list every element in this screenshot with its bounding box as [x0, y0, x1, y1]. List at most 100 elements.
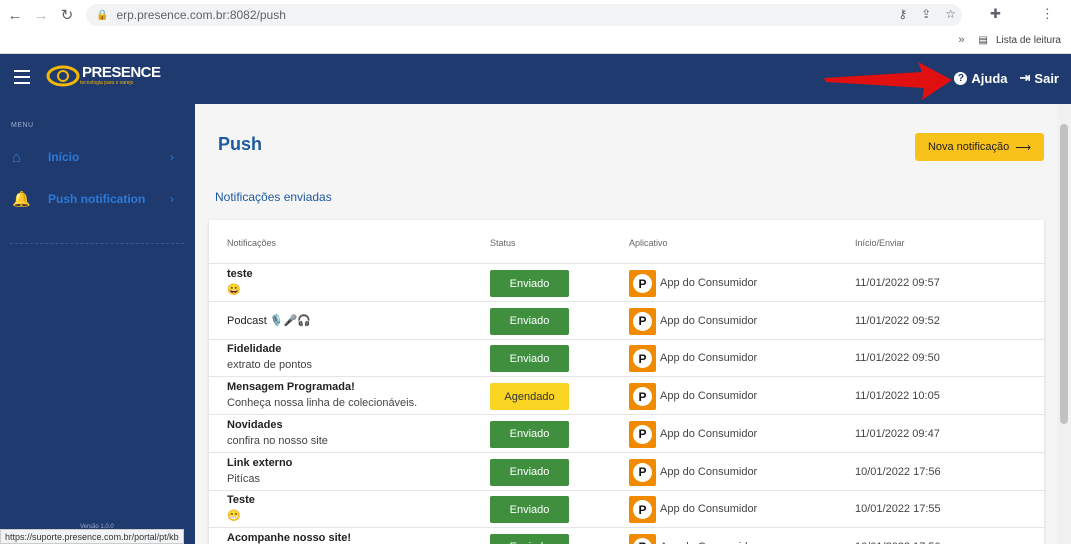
url-text: erp.presence.com.br:8082/push: [116, 8, 286, 22]
app-name: App do Consumidor: [660, 390, 758, 403]
column-header-status[interactable]: Status: [490, 238, 516, 248]
status-badge: Enviado: [490, 270, 569, 297]
send-date: 11/01/2022 09:52: [855, 314, 940, 327]
notification-title: Novidades: [227, 418, 283, 431]
status-badge: Agendado: [490, 383, 569, 411]
table-row[interactable]: Teste 😁 Enviado P App do Consumidor 10/01/202…: [209, 490, 1044, 529]
column-header-date[interactable]: Início/Enviar: [855, 238, 905, 248]
column-header-app[interactable]: Aplicativo: [629, 238, 668, 248]
logout-icon: ⇥: [1019, 70, 1031, 85]
reload-icon[interactable]: ↻: [56, 4, 78, 26]
forward-icon[interactable]: →: [30, 4, 52, 26]
table-row[interactable]: Acompanhe nosso site!EnviadoPApp do Cons…: [209, 528, 1044, 544]
app-logo-letter: P: [633, 387, 652, 407]
status-badge: Enviado: [490, 345, 569, 373]
chevron-right-icon: ›: [170, 192, 174, 206]
page-scrollbar[interactable]: [1057, 104, 1071, 544]
brand-name: PRESENCE: [82, 64, 161, 81]
new-notification-label: Nova notificação: [927, 141, 1010, 153]
notification-message: Pitícas: [227, 472, 261, 485]
sidebar-item-label: Início: [48, 150, 80, 164]
send-date: 10/01/2022 17:56: [855, 465, 941, 478]
help-icon: ?: [954, 71, 968, 85]
bookmarks-bar: » ▤ Lista de leitura: [0, 30, 1071, 54]
browser-toolbar: ← → ↻ 🔒 erp.presence.com.br:8082/push ⚷ …: [0, 0, 1071, 30]
sidebar-item-push-notification[interactable]: 🔔 Push notification ›: [0, 184, 195, 214]
new-notification-button[interactable]: Nova notificação ⟶: [915, 133, 1044, 161]
bell-icon: 🔔: [12, 191, 31, 208]
menu-label: MENU: [11, 122, 34, 129]
app-logo-letter: P: [633, 462, 652, 482]
notification-title: Mensagem Programada!: [227, 381, 355, 394]
notification-title: Link externo: [227, 456, 293, 469]
table-row[interactable]: Podcast 🎙️🎤🎧 Enviado P App do Consumidor 11/…: [209, 302, 1044, 340]
lock-icon: 🔒: [96, 9, 109, 21]
exit-link[interactable]: ⇥ Sair: [1020, 70, 1059, 86]
share-icon[interactable]: ⇪: [921, 7, 931, 21]
app-name: App do Consumidor: [660, 465, 758, 478]
app-logo-icon: P: [629, 270, 656, 297]
notification-title: Fidelidade: [227, 343, 282, 356]
home-icon: ⌂: [12, 148, 22, 166]
status-badge: Enviado: [490, 458, 569, 486]
bookmarks-overflow-icon[interactable]: »: [958, 34, 964, 46]
section-title: Notificações enviadas: [215, 190, 332, 204]
more-menu-icon[interactable]: ⋮: [1041, 6, 1054, 22]
link-status-bar: https://suporte.presence.com.br/portal/p…: [0, 529, 184, 544]
status-badge: Enviado: [490, 496, 569, 524]
notification-title: teste: [227, 268, 253, 280]
key-icon[interactable]: ⚷: [898, 7, 907, 21]
arrow-right-icon: ⟶: [1015, 141, 1032, 154]
exit-label: Sair: [1034, 70, 1059, 86]
send-date: 11/01/2022 10:05: [855, 390, 940, 403]
table-row[interactable]: Novidades confira no nosso site Enviado P Ap…: [209, 415, 1044, 453]
app-name: App do Consumidor: [660, 314, 758, 327]
back-icon[interactable]: ←: [4, 4, 26, 26]
app-logo-letter: P: [633, 424, 652, 444]
table-row[interactable]: Mensagem Programada! Conheça nossa linha …: [209, 377, 1044, 416]
notification-title: Podcast 🎙️🎤🎧: [227, 314, 311, 327]
help-link[interactable]: ? Ajuda: [954, 70, 1008, 86]
main-content: Push Nova notificação ⟶ Notificações env…: [195, 104, 1057, 544]
notification-title: Teste: [227, 494, 255, 507]
app-logo-icon: P: [629, 307, 656, 335]
app-logo-icon: P: [629, 458, 656, 486]
notification-message: Conheça nossa linha de colecionáveis.: [227, 397, 418, 410]
address-bar[interactable]: 🔒 erp.presence.com.br:8082/push ⚷ ⇪ ☆: [86, 4, 962, 26]
status-badge: Enviado: [490, 420, 569, 448]
extensions-icon[interactable]: ✚: [990, 6, 1001, 22]
sidebar-item-label: Push notification: [48, 192, 146, 206]
app-logo-icon: P: [629, 345, 656, 373]
notification-message: extrato de pontos: [227, 359, 313, 372]
table-row[interactable]: Link externo Pitícas Enviado P App do Consum…: [209, 453, 1044, 491]
scrollbar-thumb[interactable]: [1060, 124, 1068, 424]
sidebar: MENU ⌂ Início › 🔔 Push notification › Ve…: [0, 104, 195, 544]
annotation-arrow-icon: [824, 62, 952, 100]
page-title: Push: [218, 134, 263, 154]
send-date: 10/01/2022 17:55: [855, 503, 941, 516]
star-icon[interactable]: ☆: [945, 7, 956, 21]
app-name: App do Consumidor: [660, 277, 758, 289]
sidebar-divider: [10, 243, 184, 244]
reading-list-icon[interactable]: ▤: [979, 35, 988, 46]
notification-message: confira no nosso site: [227, 434, 328, 447]
notification-message: 😁: [227, 510, 241, 523]
hamburger-menu-icon[interactable]: [14, 70, 30, 84]
sidebar-item-inicio[interactable]: ⌂ Início ›: [0, 142, 195, 172]
notification-message: 😀: [227, 284, 241, 296]
app-logo-letter: P: [633, 311, 652, 331]
column-header-notifications[interactable]: Notificações: [227, 238, 276, 248]
send-date: 11/01/2022 09:50: [855, 352, 940, 365]
reading-list-label[interactable]: Lista de leitura: [996, 35, 1061, 46]
notifications-table: Notificações Status Aplicativo Início/En…: [209, 220, 1044, 544]
presence-logo[interactable]: PRESENCE tecnologia para o varejo: [46, 64, 161, 88]
app-name: App do Consumidor: [660, 427, 758, 440]
notification-title: Acompanhe nosso site!: [227, 531, 352, 544]
app-logo-letter: P: [633, 500, 652, 520]
status-badge: Enviado: [490, 307, 569, 335]
table-row[interactable]: teste 😀 Enviado P App do Consumidor 11/01/202…: [209, 264, 1044, 302]
status-badge: Enviado: [490, 533, 569, 544]
table-row[interactable]: Fidelidade extrato de pontos Enviado P App d…: [209, 339, 1044, 378]
help-label: Ajuda: [971, 70, 1008, 86]
app-logo-icon: P: [629, 533, 656, 544]
